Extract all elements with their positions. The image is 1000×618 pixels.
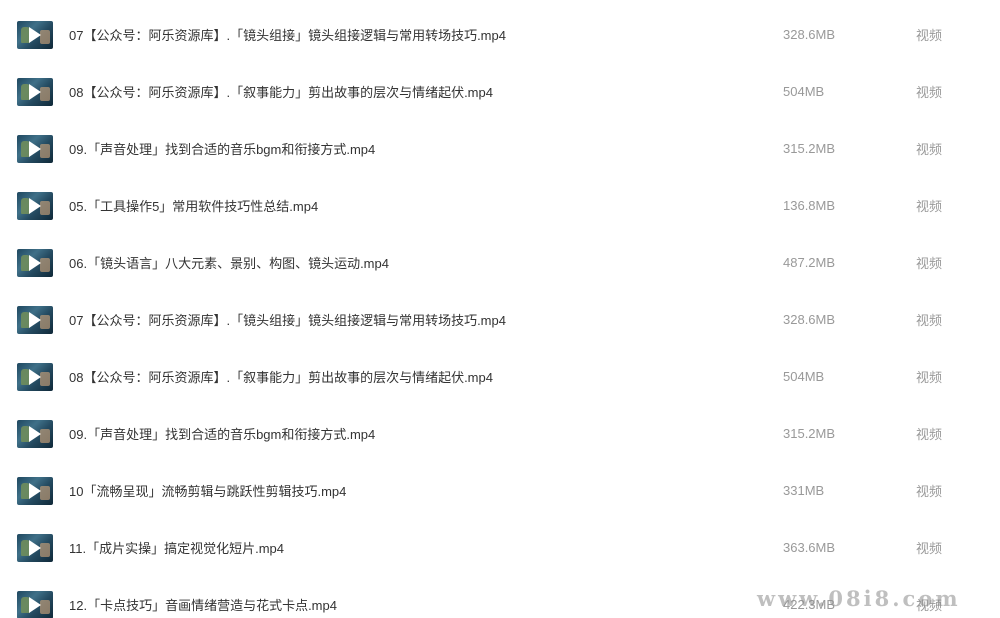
play-icon bbox=[29, 596, 41, 613]
video-thumbnail-icon bbox=[17, 305, 53, 334]
video-thumbnail-icon bbox=[17, 419, 53, 448]
file-name[interactable]: 09.「声音处理」找到合适的音乐bgm和衔接方式.mp4 bbox=[69, 139, 375, 158]
file-size: 331MB bbox=[783, 483, 825, 498]
video-thumbnail-icon bbox=[17, 362, 53, 391]
video-thumbnail-icon bbox=[17, 590, 53, 618]
file-row[interactable]: 05.「工具操作5」常用软件技巧性总结.mp4 136.8MB 视频 bbox=[0, 177, 1000, 234]
file-row[interactable]: 07【公众号：阿乐资源库】.「镜头组接」镜头组接逻辑与常用转场技巧.mp4 32… bbox=[0, 6, 1000, 63]
file-type: 视频 bbox=[916, 484, 943, 499]
video-thumbnail-icon bbox=[17, 191, 53, 220]
file-row[interactable]: 06.「镜头语言」八大元素、景别、构图、镜头运动.mp4 487.2MB 视频 bbox=[0, 234, 1000, 291]
video-thumbnail-icon bbox=[17, 20, 53, 49]
file-name[interactable]: 10「流畅呈现」流畅剪辑与跳跃性剪辑技巧.mp4 bbox=[69, 481, 346, 500]
file-row[interactable]: 11.「成片实操」搞定视觉化短片.mp4 363.6MB 视频 bbox=[0, 519, 1000, 576]
play-icon bbox=[29, 254, 41, 271]
video-thumbnail-icon bbox=[17, 248, 53, 277]
play-icon bbox=[29, 539, 41, 556]
file-name[interactable]: 06.「镜头语言」八大元素、景别、构图、镜头运动.mp4 bbox=[69, 253, 389, 272]
file-row[interactable]: 08【公众号：阿乐资源库】.「叙事能力」剪出故事的层次与情绪起伏.mp4 504… bbox=[0, 63, 1000, 120]
video-thumbnail-icon bbox=[17, 533, 53, 562]
file-size: 315.2MB bbox=[783, 426, 836, 441]
video-thumbnail-icon bbox=[17, 134, 53, 163]
file-type: 视频 bbox=[916, 313, 943, 328]
play-icon bbox=[29, 311, 41, 328]
file-row[interactable]: 09.「声音处理」找到合适的音乐bgm和衔接方式.mp4 315.2MB 视频 bbox=[0, 405, 1000, 462]
file-size: 487.2MB bbox=[783, 255, 836, 270]
file-type: 视频 bbox=[916, 427, 943, 442]
file-list: 07【公众号：阿乐资源库】.「镜头组接」镜头组接逻辑与常用转场技巧.mp4 32… bbox=[0, 0, 1000, 618]
file-name[interactable]: 08【公众号：阿乐资源库】.「叙事能力」剪出故事的层次与情绪起伏.mp4 bbox=[69, 82, 493, 101]
play-icon bbox=[29, 482, 41, 499]
play-icon bbox=[29, 26, 41, 43]
file-name[interactable]: 07【公众号：阿乐资源库】.「镜头组接」镜头组接逻辑与常用转场技巧.mp4 bbox=[69, 310, 506, 329]
file-name[interactable]: 05.「工具操作5」常用软件技巧性总结.mp4 bbox=[69, 196, 318, 215]
play-icon bbox=[29, 425, 41, 442]
play-icon bbox=[29, 140, 41, 157]
file-size: 328.6MB bbox=[783, 312, 836, 327]
video-thumbnail-icon bbox=[17, 77, 53, 106]
file-size: 504MB bbox=[783, 369, 825, 384]
file-type: 视频 bbox=[916, 142, 943, 157]
file-type: 视频 bbox=[916, 28, 943, 43]
file-size: 328.6MB bbox=[783, 27, 836, 42]
file-size: 315.2MB bbox=[783, 141, 836, 156]
file-size: 504MB bbox=[783, 84, 825, 99]
file-name[interactable]: 09.「声音处理」找到合适的音乐bgm和衔接方式.mp4 bbox=[69, 424, 375, 443]
play-icon bbox=[29, 197, 41, 214]
file-row[interactable]: 12.「卡点技巧」音画情绪营造与花式卡点.mp4 422.3MB 视频 bbox=[0, 576, 1000, 618]
file-size: 136.8MB bbox=[783, 198, 836, 213]
file-type: 视频 bbox=[916, 598, 943, 613]
file-type: 视频 bbox=[916, 199, 943, 214]
play-icon bbox=[29, 368, 41, 385]
file-name[interactable]: 12.「卡点技巧」音画情绪营造与花式卡点.mp4 bbox=[69, 595, 337, 614]
file-name[interactable]: 08【公众号：阿乐资源库】.「叙事能力」剪出故事的层次与情绪起伏.mp4 bbox=[69, 367, 493, 386]
file-size: 422.3MB bbox=[783, 597, 836, 612]
file-type: 视频 bbox=[916, 256, 943, 271]
file-size: 363.6MB bbox=[783, 540, 836, 555]
file-type: 视频 bbox=[916, 370, 943, 385]
file-row[interactable]: 10「流畅呈现」流畅剪辑与跳跃性剪辑技巧.mp4 331MB 视频 bbox=[0, 462, 1000, 519]
file-row[interactable]: 07【公众号：阿乐资源库】.「镜头组接」镜头组接逻辑与常用转场技巧.mp4 32… bbox=[0, 291, 1000, 348]
file-row[interactable]: 09.「声音处理」找到合适的音乐bgm和衔接方式.mp4 315.2MB 视频 bbox=[0, 120, 1000, 177]
file-name[interactable]: 07【公众号：阿乐资源库】.「镜头组接」镜头组接逻辑与常用转场技巧.mp4 bbox=[69, 25, 506, 44]
file-row[interactable]: 08【公众号：阿乐资源库】.「叙事能力」剪出故事的层次与情绪起伏.mp4 504… bbox=[0, 348, 1000, 405]
play-icon bbox=[29, 83, 41, 100]
file-type: 视频 bbox=[916, 541, 943, 556]
video-thumbnail-icon bbox=[17, 476, 53, 505]
file-name[interactable]: 11.「成片实操」搞定视觉化短片.mp4 bbox=[69, 538, 284, 557]
file-type: 视频 bbox=[916, 85, 943, 100]
